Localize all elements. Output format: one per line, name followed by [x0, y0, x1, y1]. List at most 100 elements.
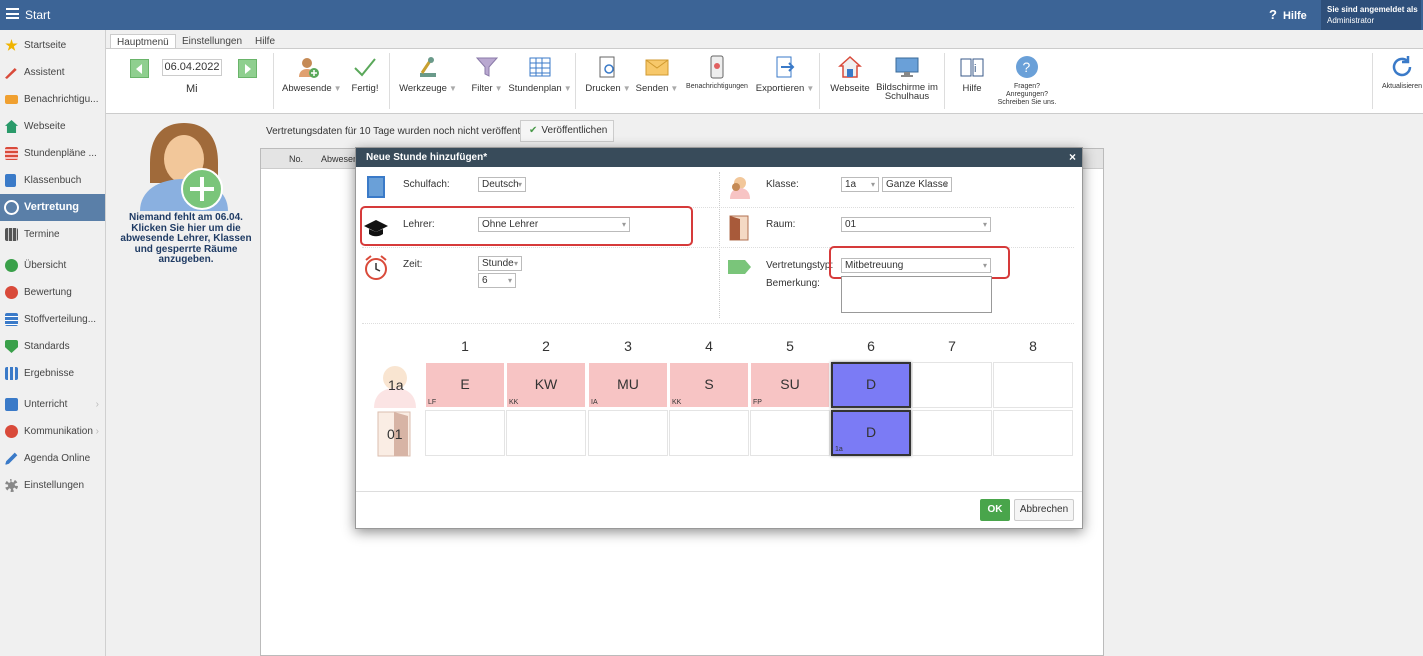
sidebar-item-startseite[interactable]: Startseite: [0, 32, 105, 59]
bemerkung-textarea[interactable]: [841, 276, 992, 313]
publish-message: Vertretungsdaten für 10 Tage wurden noch…: [266, 126, 541, 137]
sidebar-item-stundenplaene[interactable]: Stundenpläne ...: [0, 140, 105, 167]
feedback-button[interactable]: ? Fragen? Anregungen? Schreiben Sie uns.: [994, 55, 1060, 107]
timetable-cell[interactable]: [912, 410, 992, 456]
werkzeuge-button[interactable]: Werkzeuge ▼: [398, 55, 458, 94]
timetable-cell-selected[interactable]: D: [831, 362, 911, 408]
timetable-cell[interactable]: [750, 410, 830, 456]
senden-button[interactable]: Senden ▼: [634, 55, 680, 94]
column-header-no[interactable]: No.: [289, 154, 303, 164]
bildschirme-button[interactable]: Bildschirme im Schulhaus: [875, 55, 939, 101]
wand-icon: [5, 67, 17, 79]
chevron-down-icon: ▼: [670, 84, 679, 93]
graduation-cap-icon: [364, 218, 388, 241]
sidebar-item-ergebnisse[interactable]: Ergebnisse: [0, 360, 105, 387]
sidebar-item-uebersicht[interactable]: Übersicht: [0, 252, 105, 279]
sidebar-item-benachrichtigungen[interactable]: Benachrichtigu...: [0, 86, 105, 113]
klasse-select[interactable]: 1a: [841, 177, 879, 192]
divider: [1372, 53, 1373, 109]
absence-message[interactable]: Niemand fehlt am 06.04. Klicken Sie hier…: [112, 212, 260, 266]
app-title[interactable]: Start: [25, 8, 50, 22]
timetable-cell[interactable]: [669, 410, 749, 456]
publish-button[interactable]: ✔ Veröffentlichen: [520, 120, 614, 142]
column-header-abwesend[interactable]: Abwesen: [321, 154, 358, 164]
raum-select[interactable]: 01: [841, 217, 991, 232]
chevron-down-icon: ▼: [806, 84, 815, 93]
klasse-scope-select[interactable]: Ganze Klasse: [882, 177, 952, 192]
close-icon[interactable]: ×: [1069, 148, 1076, 167]
absences-panel[interactable]: Niemand fehlt am 06.04. Klicken Sie hier…: [106, 115, 260, 656]
sidebar-item-assistent[interactable]: Assistent: [0, 59, 105, 86]
hilfe-button[interactable]: i Hilfe: [954, 55, 990, 94]
timetable-cell[interactable]: [993, 410, 1073, 456]
previous-day-button[interactable]: [130, 59, 149, 78]
help-link[interactable]: ? Hilfe: [1269, 7, 1307, 22]
period-header: 1: [461, 338, 469, 354]
lehrer-select[interactable]: Ohne Lehrer: [478, 217, 630, 232]
zeit-unit-select[interactable]: Stunde: [478, 256, 522, 271]
sidebar-item-bewertung[interactable]: Bewertung: [0, 279, 105, 306]
menu-icon[interactable]: [6, 8, 19, 19]
timetable-icon: [5, 147, 18, 160]
lehrer-label: Lehrer:: [403, 219, 435, 230]
timetable-cell[interactable]: [912, 362, 992, 408]
login-info[interactable]: Sie sind angemeldet als Administrator: [1321, 0, 1421, 30]
timetable-cell[interactable]: [588, 410, 668, 456]
zeit-label: Zeit:: [403, 259, 423, 270]
stundenplan-label: Stundenplan: [508, 83, 562, 94]
timetable-cell[interactable]: E LF: [425, 362, 505, 408]
fertig-button[interactable]: Fertig!: [348, 55, 382, 94]
help-label: Hilfe: [1282, 10, 1307, 22]
login-user: Administrator: [1327, 16, 1375, 25]
schulfach-select[interactable]: Deutsch: [478, 177, 526, 192]
timetable-cell[interactable]: KW KK: [506, 362, 586, 408]
period-header: 4: [705, 338, 713, 354]
dialog-footer: [356, 491, 1082, 529]
sidebar-item-einstellungen[interactable]: Einstellungen: [0, 472, 105, 499]
sidebar-item-klassenbuch[interactable]: Klassenbuch: [0, 167, 105, 194]
ok-button[interactable]: OK: [980, 499, 1010, 521]
alarm-clock-icon: [364, 255, 388, 284]
cell-subject: S: [704, 376, 714, 392]
vertretungstyp-select[interactable]: Mitbetreuung: [841, 258, 991, 273]
room-row-label: 01: [387, 426, 403, 442]
abwesende-button[interactable]: Abwesende ▼: [282, 55, 342, 94]
sidebar-item-webseite[interactable]: Webseite: [0, 113, 105, 140]
sidebar-item-termine[interactable]: Termine: [0, 221, 105, 248]
sidebar-item-standards[interactable]: Standards: [0, 333, 105, 360]
sidebar-item-kommunikation[interactable]: Kommunikation ›: [0, 418, 105, 445]
exportieren-button[interactable]: Exportieren ▼: [755, 55, 815, 94]
teacher-add-avatar[interactable]: [136, 119, 228, 211]
timetable-cell[interactable]: [425, 410, 505, 456]
sidebar-item-stoffverteilung[interactable]: Stoffverteilung...: [0, 306, 105, 333]
zeit-value-select[interactable]: 6: [478, 273, 516, 288]
aktualisieren-button[interactable]: Aktualisieren: [1380, 55, 1423, 90]
sidebar-label: Einstellungen: [24, 480, 85, 491]
benachrichtigungen-button[interactable]: Benachrichtigungen: [684, 55, 750, 90]
webseite-button[interactable]: Webseite: [827, 55, 873, 94]
timetable-cell-selected[interactable]: D 1a: [831, 410, 911, 456]
menu-tabs: Hauptmenü Einstellungen Hilfe: [106, 32, 1423, 51]
sidebar-item-vertretung[interactable]: Vertretung: [0, 194, 105, 221]
sidebar-label: Ergebnisse: [24, 368, 75, 379]
sidebar-item-agenda-online[interactable]: Agenda Online: [0, 445, 105, 472]
benachrichtigungen-label: Benachrichtigungen: [686, 83, 748, 90]
timetable-cell[interactable]: SU FP: [750, 362, 830, 408]
timetable-cell[interactable]: [506, 410, 586, 456]
refresh-icon: [1390, 55, 1414, 79]
timetable-cell[interactable]: S KK: [669, 362, 749, 408]
date-field[interactable]: 06.04.2022: [162, 59, 222, 76]
cell-subject: MU: [617, 376, 639, 392]
drucken-button[interactable]: Drucken ▼: [583, 55, 633, 94]
timetable-cell[interactable]: [993, 362, 1073, 408]
stundenplan-button[interactable]: Stundenplan ▼: [506, 55, 574, 94]
timetable-cell[interactable]: MU IA: [588, 362, 668, 408]
monitor-icon: [895, 55, 919, 79]
filter-button[interactable]: Filter ▼: [465, 55, 509, 94]
next-day-button[interactable]: [238, 59, 257, 78]
cancel-button[interactable]: Abbrechen: [1014, 499, 1074, 521]
check-circle-icon: [5, 259, 18, 272]
sidebar-label: Klassenbuch: [24, 175, 82, 186]
book-info-icon: i: [960, 55, 984, 79]
sidebar-item-unterricht[interactable]: Unterricht ›: [0, 391, 105, 418]
